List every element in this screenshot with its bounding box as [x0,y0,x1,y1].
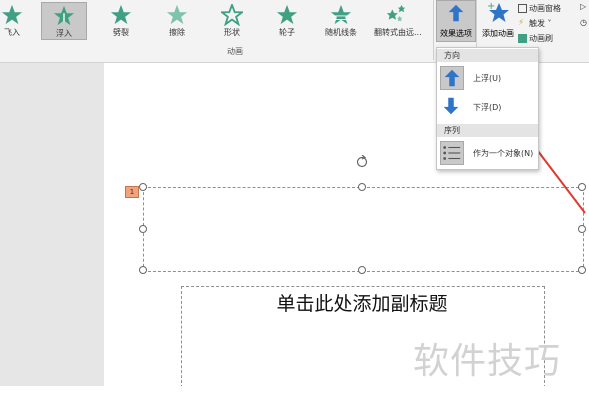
trigger-button[interactable]: ⚡ 触发 ˅ [518,18,552,29]
svg-text:+: + [487,1,495,12]
arrow-up-icon [440,66,464,90]
star-icon [330,4,352,25]
animation-wheel[interactable]: 轮子 [265,2,309,38]
animation-label: 飞入 [4,28,20,37]
animation-order-tag[interactable]: 1 [125,186,139,198]
thumbnail-pane [0,63,104,397]
animation-shape[interactable]: 形状 [210,2,254,38]
arrow-down-icon [440,95,464,119]
list-icon [440,141,464,165]
animation-label: 浮入 [56,29,72,38]
arrow-up-icon [448,4,464,22]
animation-fly-in[interactable]: 飞入 [0,2,34,38]
resize-handle[interactable] [139,266,147,274]
painter-icon [518,34,527,43]
animation-pane-button[interactable]: 动画窗格 [518,3,561,14]
direction-header: 方向 [437,49,538,62]
animation-label: 随机线条 [325,28,357,37]
sequence-header: 序列 [437,124,538,137]
animation-split[interactable]: 劈裂 [99,2,143,38]
animation-wipe[interactable]: 擦除 [155,2,199,38]
effect-options-button[interactable]: 效果选项 [436,0,476,42]
resize-handle[interactable] [578,225,586,233]
subtitle-placeholder-text[interactable]: 单击此处添加副标题 [181,289,543,316]
add-star-icon: + [487,1,509,22]
as-one-object-label: 作为一个对象(N) [473,149,534,158]
image-bottom-edge [0,386,589,397]
animation-float-in[interactable]: 浮入 [41,2,87,40]
timing-icon[interactable]: ◷ [580,18,587,27]
watermark: 软件技巧 [413,341,562,382]
animation-label: 擦除 [169,28,185,37]
preview-icon[interactable]: ▷ [580,2,586,11]
effect-options-label: 效果选项 [440,29,472,38]
animation-random-bars[interactable]: 随机线条 [319,2,363,38]
star-icon [53,5,75,26]
float-up-label: 上浮(U) [473,74,502,83]
resize-handle[interactable] [358,183,366,191]
resize-handle[interactable] [139,183,147,191]
ribbon-divider [433,0,434,60]
animation-painter-button[interactable]: 动画刷 [518,33,553,44]
as-one-object-option[interactable]: 作为一个对象(N) [437,139,538,167]
rotate-handle-icon[interactable] [355,155,369,169]
animation-label: 翻转式由远... [374,28,422,37]
animation-pane-label: 动画窗格 [529,4,561,13]
trigger-label: 触发 [529,19,545,28]
star-icon [110,4,132,25]
resize-handle[interactable] [139,225,147,233]
animation-label: 轮子 [279,28,295,37]
animation-label: 劈裂 [113,28,129,37]
float-up-option[interactable]: 上浮(U) [437,64,538,92]
star-icon [276,4,298,25]
float-down-label: 下浮(D) [473,103,502,112]
lightning-icon: ⚡ [518,18,525,28]
animation-label: 形状 [224,28,240,37]
resize-handle[interactable] [578,266,586,274]
star-icon [166,4,188,25]
effect-options-dropdown: 方向 上浮(U) 下浮(D) 序列 作为一个对象(N) [436,47,539,170]
star-icon [221,4,243,26]
add-animation-label: 添加动画 [482,29,514,38]
stars-icon [386,4,406,22]
animation-painter-label: 动画刷 [529,34,553,43]
animation-group-label: 动画 [227,47,243,56]
pane-icon [518,4,527,13]
chevron-down-icon: ˅ [545,19,552,28]
float-down-option[interactable]: 下浮(D) [437,93,538,121]
add-animation-button[interactable]: + 添加动画 [480,0,516,44]
star-icon [1,4,23,25]
resize-handle[interactable] [358,266,366,274]
animation-grow-turn[interactable]: 翻转式由远... [374,2,422,38]
